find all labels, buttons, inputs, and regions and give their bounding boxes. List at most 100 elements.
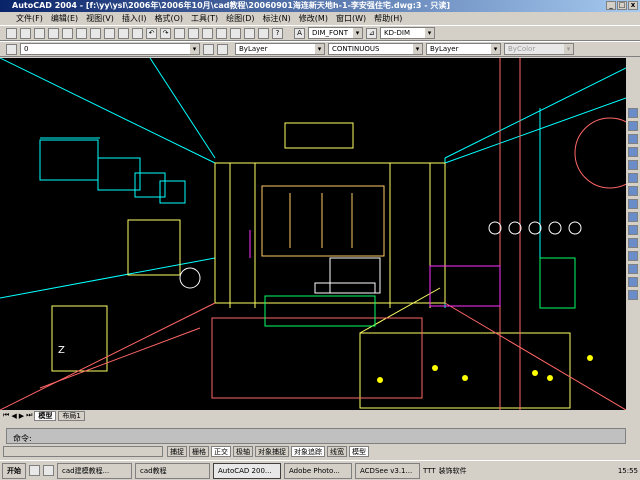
taskbar: 开始 cad建模教程... cad教程 AutoCAD 200... Adobe… — [0, 460, 640, 480]
help-icon[interactable]: ? — [272, 27, 283, 39]
tool-palette-icon[interactable] — [258, 27, 269, 39]
copy-object-icon[interactable] — [628, 121, 638, 131]
task-photoshop[interactable]: Adobe Photo... — [284, 462, 352, 479]
task-cad-modeling[interactable]: cad建模教程... — [57, 462, 132, 479]
save-icon[interactable] — [34, 27, 45, 39]
array-icon[interactable] — [628, 160, 638, 170]
standard-toolbar: ↶↷ ? A DIM_FONT ⊿ KD-DIM — [0, 25, 640, 41]
command-prompt: 命令: — [13, 434, 32, 443]
menu-view[interactable]: 视图(V) — [86, 13, 114, 24]
fillet-icon[interactable] — [628, 277, 638, 287]
paste-icon[interactable] — [118, 27, 129, 39]
preview-icon[interactable] — [62, 27, 73, 39]
menu-file[interactable]: 文件(F) — [16, 13, 43, 24]
status-snap[interactable]: 捕捉 — [167, 446, 187, 457]
title-bar: AutoCAD 2004 - [f:\yy\ysl\2006年\2006年10月… — [0, 0, 640, 12]
dim-style-select[interactable]: KD-DIM — [380, 27, 435, 39]
linetype-select[interactable]: CONTINUOUS — [328, 43, 423, 55]
color-select[interactable]: ByLayer — [235, 43, 325, 55]
status-model[interactable]: 模型 — [349, 446, 369, 457]
wireframe-drawing: Z — [0, 57, 640, 411]
rotate-icon[interactable] — [628, 186, 638, 196]
erase-icon[interactable] — [628, 108, 638, 118]
tab-layout1[interactable]: 布局1 — [58, 410, 85, 421]
drawing-viewport[interactable]: Z — [0, 57, 640, 411]
menu-draw[interactable]: 绘图(D) — [226, 13, 254, 24]
curtain-lines — [261, 185, 385, 257]
break-icon[interactable] — [628, 251, 638, 261]
status-bar: 捕捉 栅格 正交 极轴 对象捕捉 对象追踪 线宽 模型 — [0, 445, 640, 458]
publish-icon[interactable] — [76, 27, 87, 39]
pan-icon[interactable] — [174, 27, 185, 39]
open-icon[interactable] — [20, 27, 31, 39]
layer-previous-icon[interactable] — [217, 43, 228, 55]
quicklaunch-qq-icon[interactable] — [29, 465, 40, 476]
cut-icon[interactable] — [90, 27, 101, 39]
tray-text[interactable]: TTT — [423, 467, 436, 475]
wall-lines — [0, 57, 627, 308]
chamfer-icon[interactable] — [628, 264, 638, 274]
status-otrack[interactable]: 对象追踪 — [291, 446, 325, 457]
tab-last-icon[interactable]: ⏭ — [26, 411, 32, 420]
stretch-icon[interactable] — [628, 212, 638, 222]
lineweight-select[interactable]: ByLayer — [426, 43, 501, 55]
menu-tools[interactable]: 工具(T) — [191, 13, 218, 24]
make-current-icon[interactable] — [203, 43, 214, 55]
offset-icon[interactable] — [628, 147, 638, 157]
redo-icon[interactable]: ↷ — [160, 27, 171, 39]
undo-icon[interactable]: ↶ — [146, 27, 157, 39]
command-line[interactable]: 命令: — [6, 428, 626, 444]
plotstyle-select: ByColor — [504, 43, 574, 55]
window-title: AutoCAD 2004 - [f:\yy\ysl\2006年\2006年10月… — [12, 1, 451, 10]
zoom-previous-icon[interactable] — [216, 27, 227, 39]
status-osnap[interactable]: 对象捕捉 — [255, 446, 289, 457]
extend-icon[interactable] — [628, 238, 638, 248]
task-cad-tutorial[interactable]: cad教程 — [135, 462, 210, 479]
tab-prev-icon[interactable]: ◀ — [11, 412, 16, 420]
menu-modify[interactable]: 修改(M) — [299, 13, 328, 24]
clock: 15:55 — [617, 466, 638, 475]
design-center-icon[interactable] — [244, 27, 255, 39]
start-button[interactable]: 开始 — [2, 462, 26, 479]
tray-app[interactable]: 装饰软件 — [439, 466, 467, 476]
text-style-icon: A — [294, 27, 305, 39]
maximize-button[interactable]: □ — [617, 1, 627, 10]
minimize-button[interactable]: _ — [606, 1, 616, 10]
new-icon[interactable] — [6, 27, 17, 39]
menu-insert[interactable]: 插入(I) — [122, 13, 147, 24]
status-grid[interactable]: 栅格 — [189, 446, 209, 457]
zoom-window-icon[interactable] — [202, 27, 213, 39]
dim-style-icon: ⊿ — [366, 27, 377, 39]
copy-icon[interactable] — [104, 27, 115, 39]
task-autocad[interactable]: AutoCAD 200... — [213, 462, 281, 479]
zoom-realtime-icon[interactable] — [188, 27, 199, 39]
move-icon[interactable] — [628, 173, 638, 183]
trim-icon[interactable] — [628, 225, 638, 235]
tab-next-icon[interactable]: ▶ — [19, 412, 24, 420]
menu-window[interactable]: 窗口(W) — [336, 13, 366, 24]
layout-tabs: ⏮ ◀ ▶ ⏭ 模型 布局1 — [0, 410, 626, 421]
tab-first-icon[interactable]: ⏮ — [3, 411, 9, 420]
menu-format[interactable]: 格式(O) — [154, 13, 183, 24]
close-button[interactable]: x — [628, 1, 638, 10]
scale-icon[interactable] — [628, 199, 638, 209]
explode-icon[interactable] — [628, 290, 638, 300]
layer-select[interactable]: 0 — [20, 43, 200, 55]
menu-help[interactable]: 帮助(H) — [374, 13, 402, 24]
menu-dimension[interactable]: 标注(N) — [263, 13, 291, 24]
task-acdsee[interactable]: ACDSee v3.1... — [355, 462, 420, 479]
menu-edit[interactable]: 编辑(E) — [51, 13, 78, 24]
print-icon[interactable] — [48, 27, 59, 39]
status-polar[interactable]: 极轴 — [233, 446, 253, 457]
mirror-icon[interactable] — [628, 134, 638, 144]
modify-toolbar — [626, 58, 640, 410]
status-lineweight[interactable]: 线宽 — [327, 446, 347, 457]
tab-model[interactable]: 模型 — [34, 410, 57, 421]
text-style-select[interactable]: DIM_FONT — [308, 27, 363, 39]
match-icon[interactable] — [132, 27, 143, 39]
layer-manager-icon[interactable] — [6, 43, 17, 55]
properties-toolbar: 0 ByLayer CONTINUOUS ByLayer ByColor — [0, 41, 640, 57]
properties-icon[interactable] — [230, 27, 241, 39]
quicklaunch-ie-icon[interactable] — [43, 465, 54, 476]
status-ortho[interactable]: 正交 — [211, 446, 231, 457]
